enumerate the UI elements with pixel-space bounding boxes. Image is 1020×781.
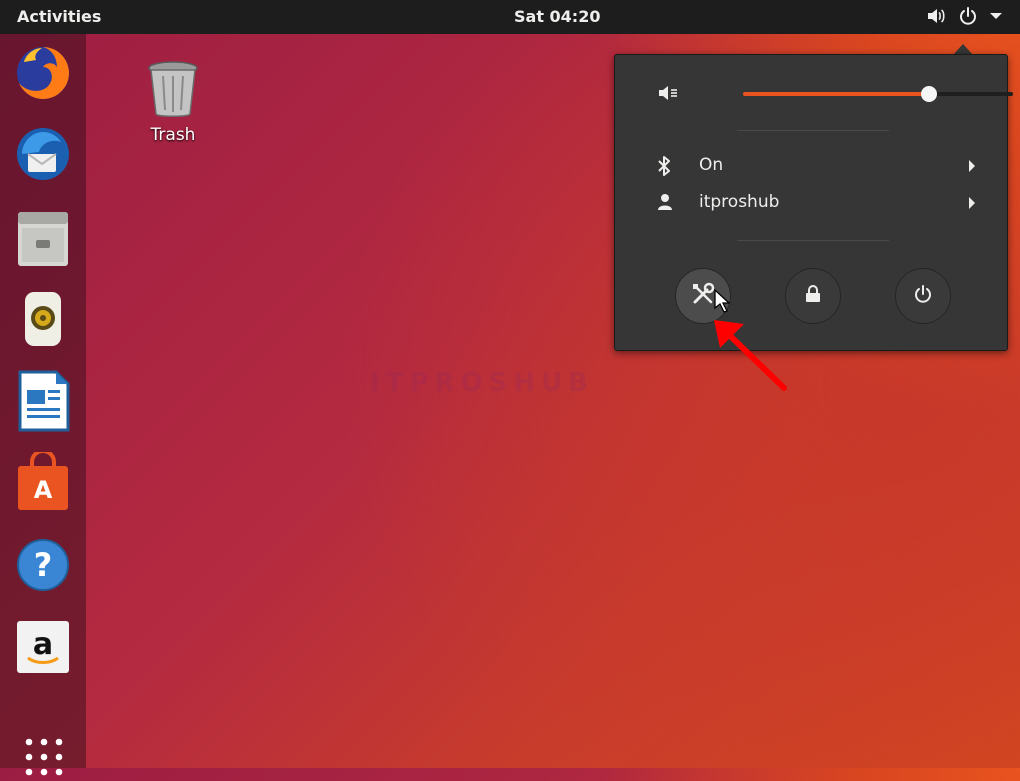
annotation-arrow-icon [706,312,790,396]
volume-slider[interactable] [743,86,1013,102]
bluetooth-icon [657,156,671,181]
dock: A ? a [0,34,86,776]
lock-icon [805,285,821,307]
svg-text:?: ? [34,546,53,584]
user-label: itproshub [699,192,780,212]
rhythmbox-icon[interactable] [14,288,72,350]
software-icon[interactable]: A [14,449,72,514]
settings-icon [691,282,715,310]
volume-slider-handle[interactable] [921,86,938,102]
volume-muted-icon [657,83,679,107]
power-icon[interactable] [958,6,978,26]
trash-desktop-icon[interactable]: Trash [138,60,208,145]
volume-row [657,81,1013,107]
system-tray[interactable] [926,6,1002,26]
dropdown-arrow-icon[interactable] [990,12,1002,20]
user-icon [657,193,673,216]
files-icon[interactable] [14,206,72,268]
separator [737,130,889,131]
writer-icon[interactable] [14,370,72,432]
activities-button[interactable]: Activities [17,7,101,26]
help-icon[interactable]: ? [14,534,72,596]
amazon-icon[interactable]: a [14,616,72,678]
top-bar: Activities Sat 04:20 [0,0,1020,34]
trash-icon [148,61,198,117]
lock-button[interactable] [785,268,841,324]
system-menu: On itproshub [614,54,1013,351]
thunderbird-icon[interactable] [14,124,72,186]
watermark: ITPROSHUB [370,368,595,398]
clock[interactable]: Sat 04:20 [514,7,600,26]
app-grid-icon[interactable] [24,737,64,781]
volume-slider-fill [743,92,930,96]
firefox-icon[interactable] [14,42,72,104]
chevron-right-icon [969,160,975,172]
volume-icon[interactable] [926,7,946,25]
svg-text:a: a [33,627,53,662]
bluetooth-item[interactable]: On [657,153,975,179]
user-item[interactable]: itproshub [657,190,975,216]
separator [737,240,889,241]
power-off-button[interactable] [895,268,951,324]
bluetooth-label: On [699,155,724,175]
svg-text:A: A [34,476,53,504]
chevron-right-icon [969,197,975,209]
power-icon [913,284,933,308]
trash-label: Trash [150,125,196,145]
